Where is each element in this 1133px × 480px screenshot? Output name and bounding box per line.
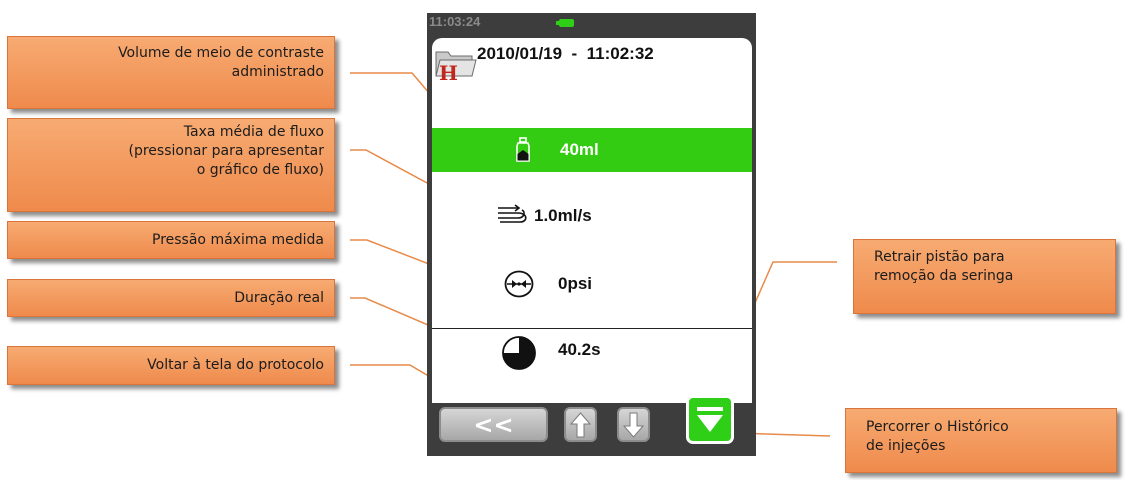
status-bar: 11:03:24 — [427, 13, 756, 37]
callout-scroll-line1: Percorrer o Histórico — [866, 419, 1009, 435]
callout-retract-line1: Retrair pistão para — [874, 249, 1005, 265]
row-pressure: 0psi — [432, 261, 752, 305]
callout-pressure-line1: Pressão máxima medida — [152, 232, 324, 248]
syringe-bottle-icon — [516, 137, 530, 162]
callout-flow-line2: (pressionar para apresentar — [128, 143, 325, 159]
flow-rate-value: 1.0ml/s — [534, 206, 592, 225]
status-time: 11:03:24 — [429, 14, 481, 29]
retract-plunger-button[interactable] — [686, 395, 734, 444]
volume-value: 40ml — [560, 140, 599, 159]
injector-device: 11:03:24 H 2010/01/19 - 11:02:32 40ml 1.… — [427, 13, 756, 456]
row-duration: 40.2s — [432, 328, 752, 374]
scroll-down-button[interactable] — [617, 407, 650, 442]
callout-back: Voltar à tela do protocolo — [7, 346, 335, 385]
retract-icon — [697, 407, 723, 432]
callout-retract-line2: remoção da seringa — [874, 268, 1014, 284]
callout-scroll: Percorrer o Histórico de injeções — [845, 408, 1117, 473]
callout-flow: Taxa média de fluxo (pressionar para apr… — [7, 118, 335, 212]
callout-volume-line1: Volume de meio de contraste — [118, 45, 324, 61]
svg-text:H: H — [439, 61, 458, 84]
callout-duration-line1: Duração real — [234, 290, 324, 306]
flow-lines-icon — [498, 204, 527, 223]
pressure-value: 0psi — [558, 274, 593, 293]
battery-icon — [556, 19, 574, 27]
callout-volume: Volume de meio de contraste administrado — [7, 36, 335, 109]
history-folder-icon: H — [435, 51, 477, 84]
callout-retract: Retrair pistão para remoção da seringa — [853, 239, 1116, 314]
back-to-protocol-button[interactable]: << — [439, 407, 548, 442]
pressure-gauge-icon — [504, 270, 534, 298]
back-button-label: << — [473, 411, 514, 439]
arrow-down-icon — [622, 412, 645, 438]
arrow-up-icon — [569, 412, 592, 438]
pie-timer-icon — [502, 336, 536, 370]
callout-volume-line2: administrado — [231, 64, 324, 80]
injection-timestamp: 2010/01/19 - 11:02:32 — [477, 44, 654, 63]
row-flow[interactable]: 1.0ml/s — [432, 194, 752, 234]
injection-history-screen: H 2010/01/19 - 11:02:32 40ml 1.0ml/s 0ps… — [432, 38, 752, 403]
callout-back-line1: Voltar à tela do protocolo — [147, 357, 324, 373]
callout-pressure: Pressão máxima medida — [7, 221, 335, 259]
callout-duration: Duração real — [7, 279, 335, 317]
duration-value: 40.2s — [558, 340, 601, 359]
callout-scroll-line2: de injeções — [866, 438, 946, 454]
row-volume: 40ml — [432, 128, 752, 172]
scroll-up-button[interactable] — [564, 407, 597, 442]
callout-flow-line1: Taxa média de fluxo — [183, 124, 324, 140]
callout-flow-line3: o gráfico de fluxo) — [196, 162, 324, 178]
